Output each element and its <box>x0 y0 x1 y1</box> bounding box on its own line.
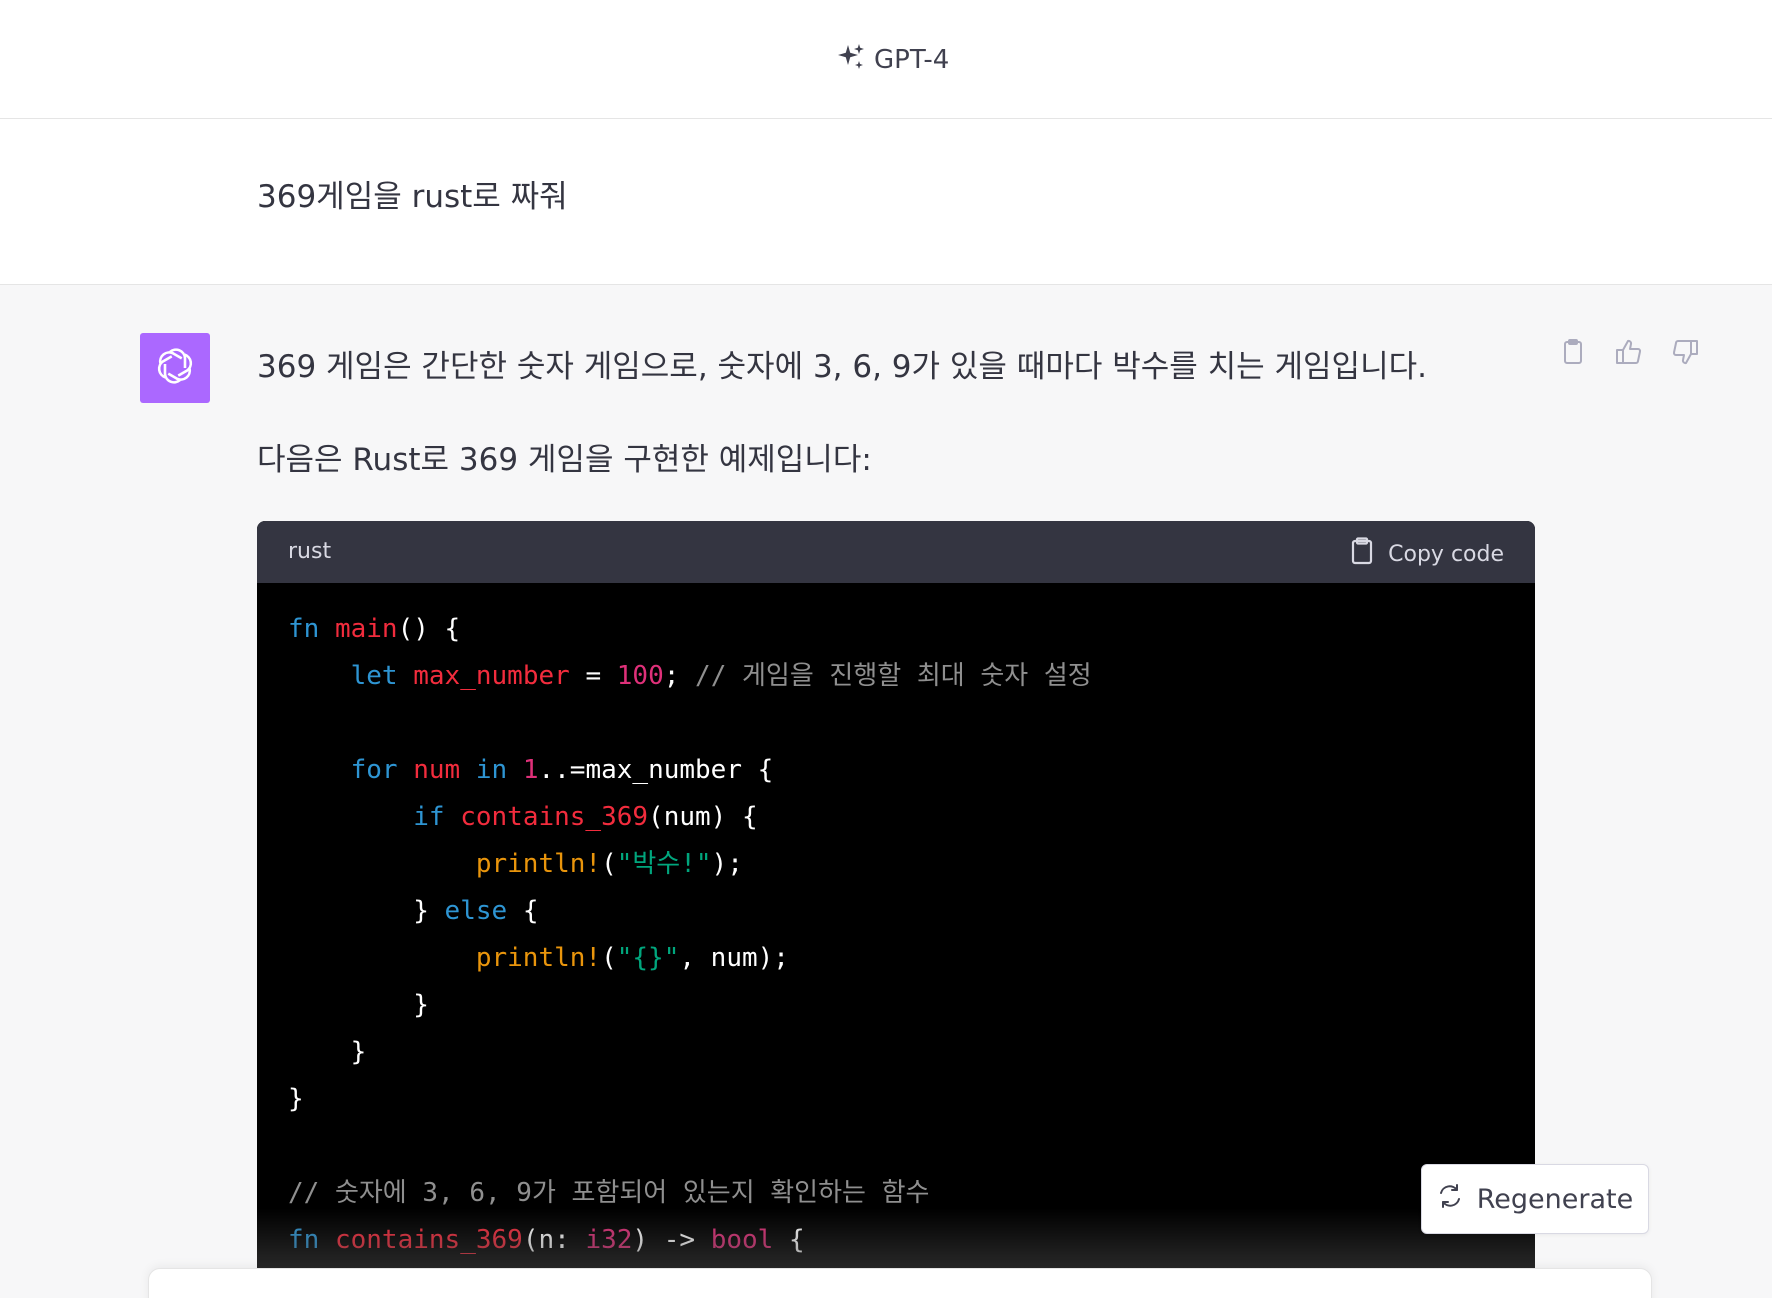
code-token: in <box>475 755 508 785</box>
code-token: num <box>413 755 461 785</box>
assistant-paragraph-1: 369 게임은 간단한 숫자 게임으로, 숫자에 3, 6, 9가 있을 때마다… <box>257 349 1427 385</box>
code-token: } <box>288 1037 367 1067</box>
code-line: println!("{}", num); <box>288 935 1092 982</box>
openai-logo-icon <box>153 344 197 392</box>
code-token: // 숫자에 3, 6, 9가 포함되어 있는지 확인하는 함수 <box>288 1178 930 1208</box>
code-language-label: rust <box>288 539 332 564</box>
code-token: } <box>288 1084 304 1114</box>
code-token: ); <box>711 849 743 879</box>
code-token: ..=max_number { <box>538 755 774 785</box>
regenerate-label: Regenerate <box>1476 1183 1634 1215</box>
code-line: } <box>288 1076 1092 1123</box>
code-token: "{}" <box>616 943 680 973</box>
chat-page: GPT-4 369게임을 rust로 짜줘 369 게임은 간단한 숫자 게임으… <box>0 0 1772 1298</box>
copy-code-button[interactable]: Copy code <box>1348 536 1504 572</box>
copy-message-button[interactable] <box>1556 337 1590 371</box>
clipboard-icon <box>1558 337 1588 371</box>
code-token: contains_369 <box>334 1225 523 1255</box>
code-token: for <box>350 755 398 785</box>
code-line: let max_number = 100; // 게임을 진행할 최대 숫자 설… <box>288 653 1092 700</box>
code-token: println! <box>475 943 602 973</box>
code-token: ( <box>601 849 617 879</box>
regenerate-button[interactable]: Regenerate <box>1421 1164 1649 1234</box>
top-header: GPT-4 <box>0 0 1772 119</box>
code-line: if contains_369(num) { <box>288 794 1092 841</box>
code-token: bool <box>710 1225 774 1255</box>
thumbs-down-icon <box>1670 337 1700 371</box>
user-message-text: 369게임을 rust로 짜줘 <box>257 179 568 215</box>
assistant-paragraph-2: 다음은 Rust로 369 게임을 구현한 예제입니다: <box>257 442 872 478</box>
code-block: rust Copy code fn main() { let max_numbe… <box>257 521 1535 1298</box>
code-token: main <box>334 614 398 644</box>
code-token: ; <box>663 661 696 691</box>
code-line: } <box>288 1029 1092 1076</box>
code-token: () { <box>397 614 461 644</box>
model-selector[interactable]: GPT-4 <box>836 40 949 80</box>
code-token: = <box>569 661 617 691</box>
thumbs-up-button[interactable] <box>1612 337 1646 371</box>
user-message-row: 369게임을 rust로 짜줘 <box>0 119 1772 285</box>
code-token: (n: <box>522 1225 586 1255</box>
code-line: fn contains_369(n: i32) -> bool { <box>288 1217 1092 1264</box>
thumbs-down-button[interactable] <box>1668 337 1702 371</box>
code-line: println!("박수!"); <box>288 841 1092 888</box>
code-token: 1 <box>522 755 539 785</box>
code-token: { <box>507 896 539 926</box>
code-block-header: rust Copy code <box>257 521 1535 583</box>
code-token: println! <box>475 849 602 879</box>
code-token: "박수!" <box>616 849 712 879</box>
code-token: , num); <box>679 943 789 973</box>
message-actions <box>1556 337 1702 371</box>
code-line: for num in 1..=max_number { <box>288 747 1092 794</box>
code-token: ) -> <box>632 1225 711 1255</box>
code-token: } <box>288 990 429 1020</box>
code-token: (num) { <box>648 802 758 832</box>
code-token: fn <box>288 614 320 644</box>
copy-code-label: Copy code <box>1388 541 1504 567</box>
code-token: ( <box>601 943 617 973</box>
clipboard-icon <box>1348 536 1376 572</box>
code-token: if <box>413 802 445 832</box>
code-token: i32 <box>585 1225 633 1255</box>
message-composer[interactable] <box>148 1268 1652 1298</box>
code-token: 100 <box>616 661 664 691</box>
code-line: // 숫자에 3, 6, 9가 포함되어 있는지 확인하는 함수 <box>288 1170 1092 1217</box>
code-token: } <box>288 896 445 926</box>
code-token: // 게임을 진행할 최대 숫자 설정 <box>695 661 1092 691</box>
assistant-message-row: 369 게임은 간단한 숫자 게임으로, 숫자에 3, 6, 9가 있을 때마다… <box>0 285 1772 1298</box>
code-token: { <box>773 1225 805 1255</box>
code-token: let <box>350 661 398 691</box>
code-token: contains_369 <box>460 802 649 832</box>
model-name: GPT-4 <box>874 45 950 75</box>
code-content[interactable]: fn main() { let max_number = 100; // 게임을… <box>288 606 1092 1264</box>
code-line: } else { <box>288 888 1092 935</box>
code-line: } <box>288 982 1092 1029</box>
code-line: fn main() { <box>288 606 1092 653</box>
assistant-avatar <box>140 333 210 403</box>
thumbs-up-icon <box>1614 337 1644 371</box>
refresh-icon <box>1437 1183 1463 1216</box>
code-token: max_number <box>413 661 570 691</box>
sparkle-icon <box>836 42 866 79</box>
code-token: fn <box>288 1225 320 1255</box>
code-token: else <box>444 896 508 926</box>
